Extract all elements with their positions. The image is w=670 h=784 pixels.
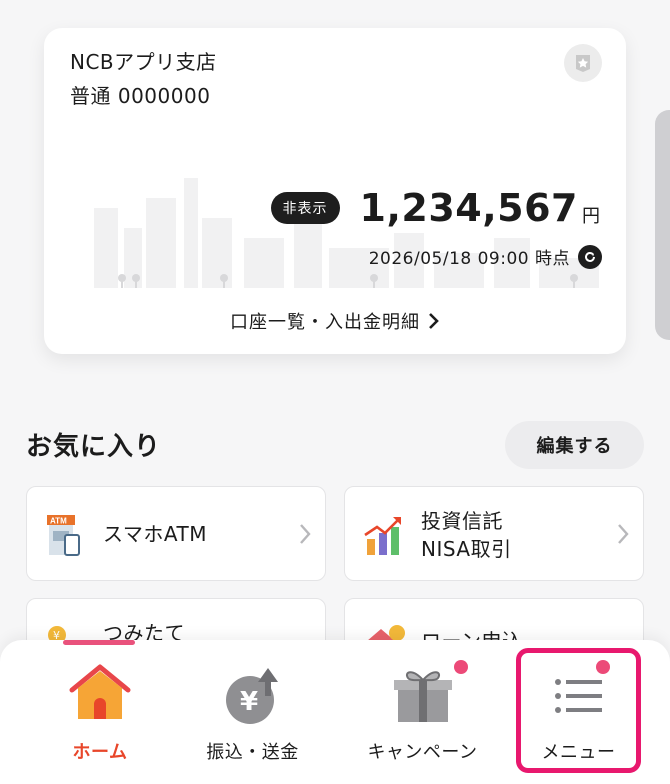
- account-card: NCBアプリ支店 普通 0000000 非表示 1,234,567 円 2026…: [44, 28, 626, 354]
- menu-list-icon: [555, 679, 602, 713]
- gift-icon: [394, 671, 452, 722]
- account-detail-label: 口座一覧・入出金明細: [230, 312, 420, 333]
- favorite-account-button[interactable]: [564, 44, 602, 82]
- account-type-number: 普通 0000000: [70, 84, 211, 108]
- nav-home-label: ホーム: [72, 742, 128, 763]
- yen-transfer-icon: ¥: [226, 668, 278, 724]
- bottom-navigation: ホーム ¥ 振込・送金 キャンペーン メニュー: [0, 640, 670, 784]
- nav-menu-label: メニュー: [541, 742, 616, 763]
- tile-label: スマホATM: [103, 522, 208, 546]
- tile-label-line2: NISA取引: [421, 537, 512, 561]
- favorite-tile-smartphone-atm[interactable]: ATM スマホATM: [26, 486, 326, 581]
- nav-transfer-label: 振込・送金: [206, 742, 299, 763]
- balance-timestamp-row: 2026/05/18 09:00 時点: [369, 244, 602, 269]
- smartphone-atm-icon: ATM: [47, 515, 80, 556]
- next-account-card-peek[interactable]: [655, 110, 670, 340]
- branch-name: NCBアプリ支店: [70, 50, 217, 74]
- edit-favorites-button[interactable]: 編集する: [505, 421, 644, 469]
- investment-chart-icon: [364, 517, 401, 555]
- tile-label: 投資信託 NISA取引: [421, 507, 512, 563]
- star-tag-icon: [576, 55, 590, 72]
- nav-transfer[interactable]: ¥ 振込・送金: [180, 640, 325, 784]
- hide-balance-button[interactable]: 非表示: [270, 192, 340, 224]
- balance-currency: 円: [582, 206, 600, 227]
- balance-row: 非表示 1,234,567 円: [270, 186, 600, 230]
- nav-campaign-label: キャンペーン: [367, 742, 478, 763]
- refresh-icon: [585, 251, 595, 262]
- nav-campaign[interactable]: キャンペーン: [350, 640, 495, 784]
- tile-label-line1: 投資信託: [421, 509, 503, 533]
- chevron-right-icon: [429, 313, 439, 329]
- nav-home[interactable]: ホーム: [30, 640, 170, 784]
- menu-notification-badge: [596, 660, 610, 674]
- campaign-notification-badge: [454, 660, 468, 674]
- svg-text:¥: ¥: [240, 687, 258, 717]
- nav-menu[interactable]: メニュー: [516, 640, 641, 784]
- svg-text:ATM: ATM: [50, 517, 67, 526]
- favorites-title: お気に入り: [26, 432, 162, 462]
- balance-amount: 1,234,567: [359, 186, 578, 230]
- home-icon: [69, 664, 131, 719]
- favorite-tile-investment-nisa[interactable]: 投資信託 NISA取引: [344, 486, 644, 581]
- account-detail-link[interactable]: 口座一覧・入出金明細: [210, 303, 460, 339]
- chevron-right-icon: [618, 524, 629, 544]
- refresh-button[interactable]: [578, 244, 602, 269]
- balance-timestamp: 2026/05/18 09:00 時点: [368, 249, 570, 269]
- chevron-right-icon: [300, 524, 311, 544]
